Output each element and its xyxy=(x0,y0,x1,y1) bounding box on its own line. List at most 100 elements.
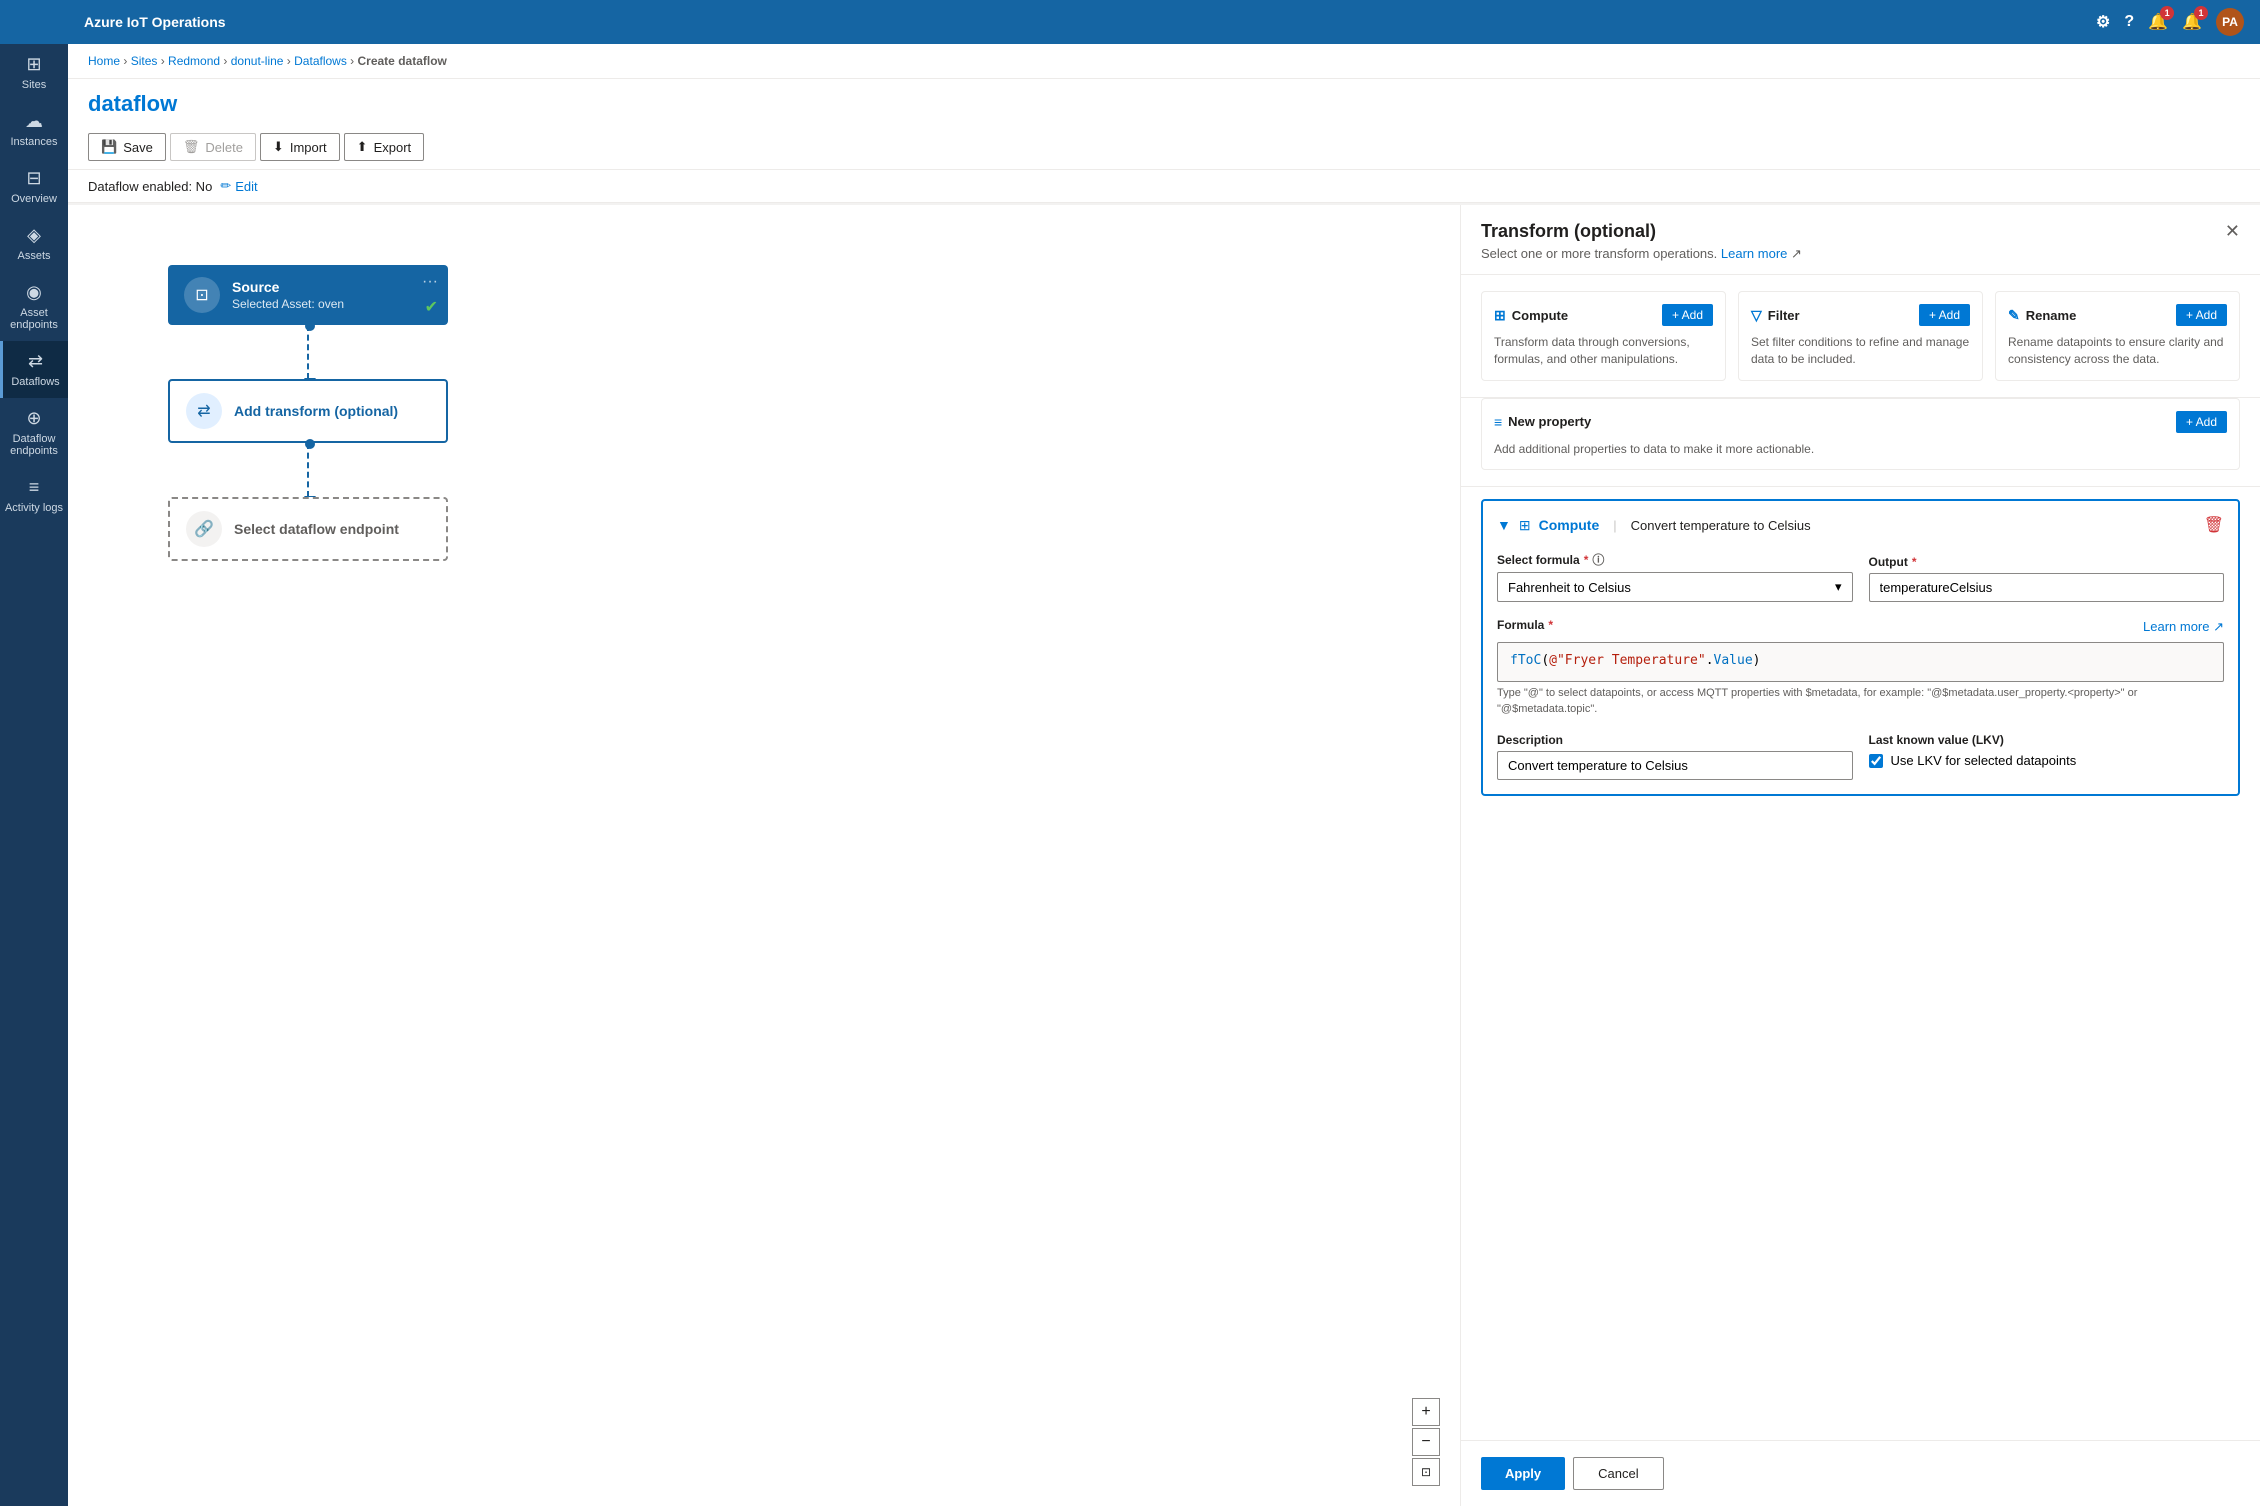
select-formula-group: Select formula * ⓘ Fahrenheit to Celsius… xyxy=(1497,551,1853,602)
formula-learn-more-link[interactable]: Learn more ↗ xyxy=(2143,619,2224,635)
panel-footer: Apply Cancel xyxy=(1461,1440,2260,1506)
notifications-bell[interactable]: 🔔1 xyxy=(2148,12,2168,32)
flow-container: ⊡ Source Selected Asset: oven ··· ✔ xyxy=(168,265,448,561)
export-button[interactable]: ⬆ Export xyxy=(344,133,424,161)
output-label: Output * xyxy=(1869,555,2225,569)
transform-panel: Transform (optional) Select one or more … xyxy=(1460,205,2260,1506)
sidebar-item-asset-endpoints[interactable]: ◉ Asset endpoints xyxy=(0,272,68,341)
sidebar-item-assets[interactable]: ◈ Assets xyxy=(0,215,68,272)
sidebar-item-label: Assets xyxy=(17,250,50,262)
breadcrumb-dataflows[interactable]: Dataflows xyxy=(294,54,347,68)
sidebar-item-sites[interactable]: ⊞ Sites xyxy=(0,44,68,101)
connector-2 xyxy=(168,443,448,497)
breadcrumb-sites[interactable]: Sites xyxy=(131,54,158,68)
save-button[interactable]: 💾 Save xyxy=(88,133,166,161)
zoom-out-button[interactable]: − xyxy=(1412,1428,1440,1456)
transform-node[interactable]: ⇄ Add transform (optional) xyxy=(168,379,448,443)
transform-node-title: Add transform (optional) xyxy=(234,403,398,419)
lkv-group: Last known value (LKV) Use LKV for selec… xyxy=(1869,733,2225,768)
delete-icon: 🗑 xyxy=(183,139,200,155)
compute-add-button[interactable]: + Add xyxy=(1662,304,1713,326)
activity-logs-icon: ≡ xyxy=(29,477,40,498)
new-property-add-button[interactable]: + Add xyxy=(2176,411,2227,433)
select-formula-label: Select formula * ⓘ xyxy=(1497,551,1853,568)
bell-badge: 1 xyxy=(2160,6,2174,20)
sidebar-item-overview[interactable]: ⊟ Overview xyxy=(0,158,68,215)
edit-icon: ✏ xyxy=(220,178,231,194)
sidebar-item-label: Asset endpoints xyxy=(4,307,64,331)
sidebar-item-label: Instances xyxy=(10,136,57,148)
transform-node-icon: ⇄ xyxy=(186,393,222,429)
apply-button[interactable]: Apply xyxy=(1481,1457,1565,1490)
status-bar: Dataflow enabled: No ✏ Edit xyxy=(68,170,2260,203)
lkv-checkbox-group: Use LKV for selected datapoints xyxy=(1869,753,2225,768)
user-avatar[interactable]: PA xyxy=(2216,8,2244,36)
sidebar-item-instances[interactable]: ☁ Instances xyxy=(0,101,68,158)
new-property-desc: Add additional properties to data to mak… xyxy=(1494,441,2227,458)
endpoint-node[interactable]: 🔗 Select dataflow endpoint xyxy=(168,497,448,561)
formula-box[interactable]: fToC(@"Fryer Temperature".Value) xyxy=(1497,642,2224,682)
filter-op-icon: ▽ xyxy=(1751,307,1762,324)
breadcrumb: Home › Sites › Redmond › donut-line › Da… xyxy=(68,44,2260,79)
description-group: Description xyxy=(1497,733,1853,780)
source-node[interactable]: ⊡ Source Selected Asset: oven ··· ✔ xyxy=(168,265,448,325)
collapse-button[interactable]: ▼ xyxy=(1497,517,1511,533)
save-icon: 💾 xyxy=(101,139,117,155)
output-input[interactable] xyxy=(1869,573,2225,602)
description-label: Description xyxy=(1497,733,1853,747)
rename-op-icon: ✎ xyxy=(2008,307,2020,324)
delete-button[interactable]: 🗑 Delete xyxy=(170,133,256,161)
settings-icon[interactable]: ⚙ xyxy=(2096,12,2110,32)
formula-select[interactable]: Fahrenheit to Celsius ▾ xyxy=(1497,572,1853,602)
sidebar-item-label: Dataflow endpoints xyxy=(4,433,64,457)
new-property-title: New property xyxy=(1508,414,1591,429)
source-node-title: Source xyxy=(232,279,344,295)
description-input[interactable] xyxy=(1497,751,1853,780)
lkv-checkbox[interactable] xyxy=(1869,754,1883,768)
dataflow-endpoints-icon: ⊕ xyxy=(26,408,41,429)
rename-op-card: ✎ Rename + Add Rename datapoints to ensu… xyxy=(1995,291,2240,381)
formula-output-row: Select formula * ⓘ Fahrenheit to Celsius… xyxy=(1497,551,2224,602)
filter-add-button[interactable]: + Add xyxy=(1919,304,1970,326)
breadcrumb-home[interactable]: Home xyxy=(88,54,120,68)
edit-button[interactable]: ✏ Edit xyxy=(220,178,257,194)
main-wrapper: Azure IoT Operations ⚙ ? 🔔1 🔔1 PA Home ›… xyxy=(68,0,2260,1506)
sidebar-item-label: Overview xyxy=(11,193,57,205)
compute-card-delete-button[interactable]: 🗑 xyxy=(2204,515,2224,535)
compute-section: ▼ ⊞ Compute | Convert temperature to Cel… xyxy=(1461,487,2260,808)
compute-op-card: ⊞ Compute + Add Transform data through c… xyxy=(1481,291,1726,381)
panel-learn-more-link[interactable]: Learn more xyxy=(1721,246,1787,261)
page-content: Home › Sites › Redmond › donut-line › Da… xyxy=(68,44,2260,1506)
zoom-controls: + − ⊡ xyxy=(1412,1398,1440,1486)
alerts-bell[interactable]: 🔔1 xyxy=(2182,12,2202,32)
compute-card-type-icon: ⊞ xyxy=(1519,517,1531,534)
source-node-menu[interactable]: ··· xyxy=(422,273,438,291)
new-property-icon: ≡ xyxy=(1494,414,1502,430)
rename-op-title: Rename xyxy=(2026,308,2077,323)
sidebar-item-dataflows[interactable]: ⇄ Dataflows xyxy=(0,341,68,398)
rename-op-desc: Rename datapoints to ensure clarity and … xyxy=(2008,334,2227,368)
cancel-button[interactable]: Cancel xyxy=(1573,1457,1663,1490)
endpoint-node-icon: 🔗 xyxy=(186,511,222,547)
panel-close-button[interactable]: ✕ xyxy=(2225,221,2240,242)
rename-add-button[interactable]: + Add xyxy=(2176,304,2227,326)
import-button[interactable]: ⬇ Import xyxy=(260,133,340,161)
breadcrumb-redmond[interactable]: Redmond xyxy=(168,54,220,68)
canvas[interactable]: ⊡ Source Selected Asset: oven ··· ✔ xyxy=(68,205,1460,1506)
endpoint-node-title: Select dataflow endpoint xyxy=(234,521,399,537)
breadcrumb-donut-line[interactable]: donut-line xyxy=(231,54,284,68)
lkv-checkbox-label: Use LKV for selected datapoints xyxy=(1891,753,2077,768)
export-icon: ⬆ xyxy=(357,139,368,155)
formula-info-icon: ⓘ xyxy=(1592,551,1604,568)
panel-subtitle: Select one or more transform operations.… xyxy=(1481,246,1802,262)
help-icon[interactable]: ? xyxy=(2124,13,2134,31)
sidebar-item-label: Sites xyxy=(22,79,46,91)
sidebar-item-dataflow-endpoints[interactable]: ⊕ Dataflow endpoints xyxy=(0,398,68,467)
zoom-fit-button[interactable]: ⊡ xyxy=(1412,1458,1440,1486)
formula-section: Formula * Learn more ↗ fToC(@"Fryer xyxy=(1497,618,2224,717)
new-property-card: ≡ New property + Add Add additional prop… xyxy=(1481,398,2240,471)
source-node-icon: ⊡ xyxy=(184,277,220,313)
dataflow-status: Dataflow enabled: No xyxy=(88,179,212,194)
sidebar-item-activity-logs[interactable]: ≡ Activity logs xyxy=(0,467,68,524)
zoom-in-button[interactable]: + xyxy=(1412,1398,1440,1426)
